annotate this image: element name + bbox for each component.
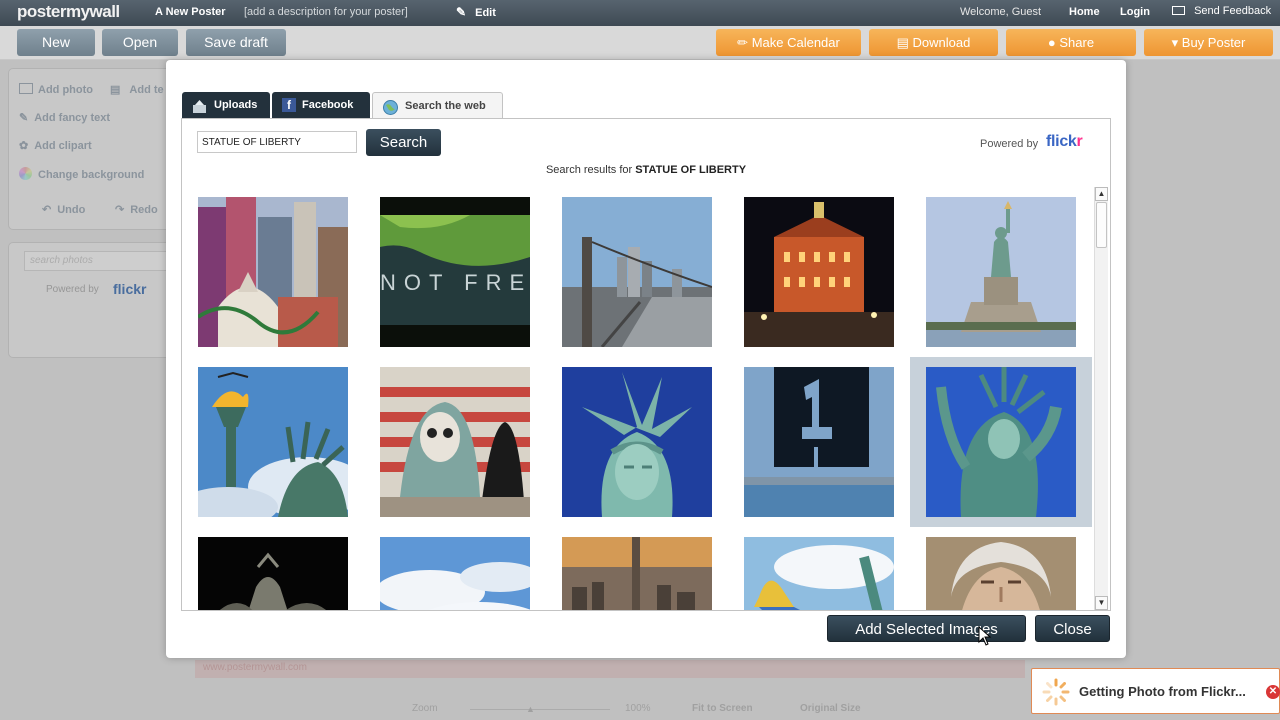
open-button[interactable]: Open bbox=[102, 29, 178, 56]
tab-search-the-web[interactable]: Search the web bbox=[372, 92, 503, 119]
close-notification-icon[interactable]: ✕ bbox=[1266, 685, 1280, 699]
tab-search-label: Search the web bbox=[405, 100, 486, 112]
spinner-icon bbox=[1041, 677, 1071, 712]
result-thumbnail[interactable] bbox=[562, 197, 712, 347]
powered-by-label: Powered by bbox=[980, 138, 1039, 150]
app-logo[interactable]: postermywall bbox=[17, 2, 120, 22]
close-button[interactable]: Close bbox=[1035, 615, 1110, 642]
results-scrollbar[interactable]: ▲ ▼ bbox=[1094, 187, 1108, 610]
calendar-icon: ✏ bbox=[737, 35, 749, 50]
buy-poster-label: Buy Poster bbox=[1181, 35, 1246, 50]
pencil-icon: ✎ bbox=[456, 5, 467, 19]
search-button[interactable]: Search bbox=[366, 129, 441, 156]
search-results-heading: Search results for STATUE OF LIBERTY bbox=[182, 164, 1110, 176]
person-icon: ● bbox=[1047, 35, 1056, 50]
flickr-logo-main: flick bbox=[1046, 133, 1077, 150]
results-query: STATUE OF LIBERTY bbox=[635, 164, 747, 176]
tab-uploads[interactable]: Uploads bbox=[182, 92, 270, 118]
download-button[interactable]: ▤ Download bbox=[869, 29, 998, 56]
globe-icon bbox=[383, 99, 398, 115]
edit-label: Edit bbox=[475, 7, 496, 19]
result-thumbnail[interactable] bbox=[926, 367, 1076, 517]
scroll-up-arrow-icon[interactable]: ▲ bbox=[1095, 187, 1108, 201]
result-thumbnail[interactable] bbox=[744, 197, 894, 347]
result-thumbnail[interactable] bbox=[926, 197, 1076, 347]
tab-facebook[interactable]: f Facebook bbox=[272, 92, 370, 118]
mouse-cursor-icon bbox=[978, 625, 992, 651]
result-thumbnail[interactable] bbox=[380, 537, 530, 610]
flickr-logo-r: r bbox=[1076, 133, 1083, 150]
edit-link[interactable]: ✎ Edit bbox=[456, 5, 496, 19]
result-thumbnail[interactable] bbox=[562, 367, 712, 517]
download-label: Download bbox=[912, 35, 971, 50]
search-panel: Search Powered by flickr Search results … bbox=[181, 118, 1111, 611]
result-thumbnail[interactable] bbox=[926, 537, 1076, 610]
result-thumbnail[interactable] bbox=[562, 537, 712, 610]
home-link[interactable]: Home bbox=[1069, 6, 1100, 18]
result-thumbnail[interactable]: NOT FRE E bbox=[380, 197, 530, 347]
results-prefix: Search results for bbox=[545, 164, 633, 176]
svg-text:NOT FRE E: NOT FRE E bbox=[380, 270, 530, 295]
result-thumbnail[interactable] bbox=[198, 537, 348, 610]
upload-icon bbox=[192, 98, 207, 113]
tab-facebook-label: Facebook bbox=[302, 99, 354, 111]
result-thumbnail[interactable] bbox=[380, 367, 530, 517]
poster-description[interactable]: [add a description for your poster] bbox=[244, 6, 408, 18]
save-draft-button[interactable]: Save draft bbox=[186, 29, 286, 56]
scrollbar-thumb[interactable] bbox=[1096, 202, 1107, 248]
web-search-input[interactable] bbox=[197, 131, 357, 153]
make-calendar-button[interactable]: ✏ Make Calendar bbox=[716, 29, 861, 56]
poster-title[interactable]: A New Poster bbox=[155, 6, 226, 18]
toolbar: New Open Save draft ✏ Make Calendar ▤ Do… bbox=[0, 26, 1280, 60]
flickr-logo: flickr bbox=[1046, 133, 1083, 151]
download-icon: ▤ bbox=[896, 35, 909, 50]
share-label: Share bbox=[1059, 35, 1095, 50]
result-thumbnail[interactable] bbox=[744, 367, 894, 517]
loading-notification: Getting Photo from Flickr... ✕ bbox=[1031, 668, 1280, 714]
mail-icon bbox=[1172, 6, 1185, 15]
new-button[interactable]: New bbox=[17, 29, 95, 56]
welcome-text: Welcome, Guest bbox=[960, 6, 1042, 18]
notification-text: Getting Photo from Flickr... bbox=[1079, 684, 1246, 699]
send-feedback-link[interactable]: Send Feedback bbox=[1172, 5, 1271, 17]
result-thumbnail[interactable] bbox=[744, 537, 894, 610]
login-link[interactable]: Login bbox=[1120, 6, 1150, 18]
facebook-icon: f bbox=[282, 98, 296, 112]
send-feedback-label: Send Feedback bbox=[1194, 5, 1272, 17]
result-thumbnail[interactable] bbox=[198, 197, 348, 347]
result-thumbnail[interactable] bbox=[198, 367, 348, 517]
share-button[interactable]: ● Share bbox=[1006, 29, 1136, 56]
top-bar: postermywall A New Poster [add a descrip… bbox=[0, 0, 1280, 26]
add-selected-images-button[interactable]: Add Selected Images bbox=[827, 615, 1026, 642]
add-photo-dialog: Uploads f Facebook Search the web Search… bbox=[166, 60, 1126, 658]
cart-icon: ▾ bbox=[1171, 35, 1179, 50]
scroll-down-arrow-icon[interactable]: ▼ bbox=[1095, 596, 1108, 610]
buy-poster-button[interactable]: ▾ Buy Poster bbox=[1144, 29, 1273, 56]
make-calendar-label: Make Calendar bbox=[751, 35, 840, 50]
tab-uploads-label: Uploads bbox=[214, 99, 258, 111]
